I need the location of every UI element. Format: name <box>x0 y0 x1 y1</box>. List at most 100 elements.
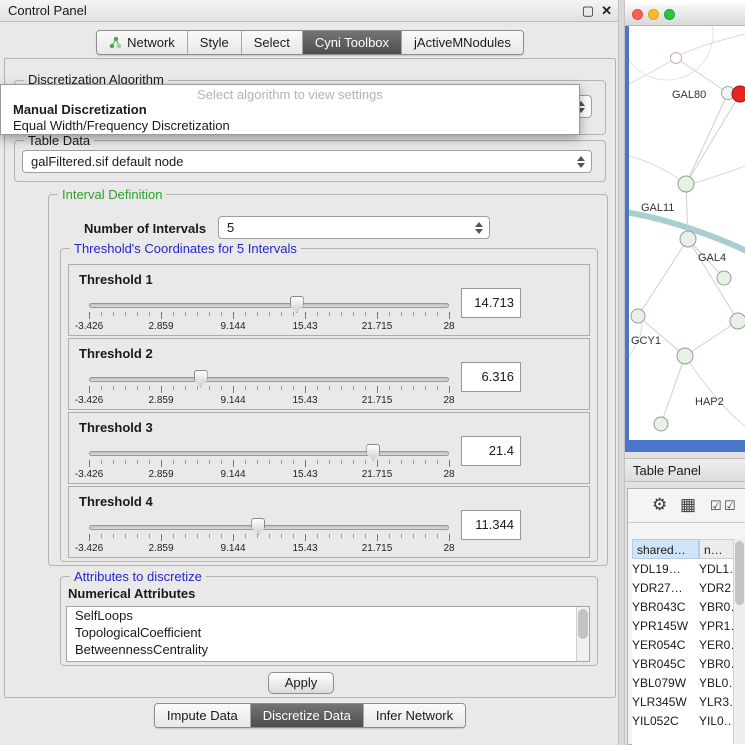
threshold-value-field[interactable]: 11.344 <box>461 510 521 540</box>
graph-node[interactable] <box>730 313 745 329</box>
threshold-panel-2: Threshold 2 -3.426 2.859 9.144 15.43 21.… <box>68 338 590 410</box>
scrollbar-thumb[interactable] <box>735 541 744 605</box>
tab-impute-data[interactable]: Impute Data <box>155 704 251 727</box>
threshold-slider[interactable]: -3.426 2.859 9.144 15.43 21.715 28 <box>89 297 449 333</box>
scale-label: 2.859 <box>148 543 173 554</box>
list-item[interactable]: TopologicalCoefficient <box>67 624 589 641</box>
combo-arrows-icon <box>577 156 585 168</box>
close-traffic-light-icon[interactable] <box>632 9 643 20</box>
node-label: GAL4 <box>698 252 726 264</box>
slider-major-ticks <box>89 312 450 319</box>
checkbox-icon[interactable]: ☑ <box>724 498 736 514</box>
scale-label: 28 <box>443 469 454 480</box>
scale-label: 21.715 <box>362 395 393 406</box>
control-panel-titlebar: Control Panel ▢ ✕ <box>0 0 620 22</box>
scale-label: -3.426 <box>75 543 103 554</box>
control-panel: Control Panel ▢ ✕ Network Style Select C… <box>0 0 620 745</box>
threshold-slider[interactable]: -3.426 2.859 9.144 15.43 21.715 28 <box>89 371 449 407</box>
threshold-value-field[interactable]: 14.713 <box>461 288 521 318</box>
bottom-tab-bar: Impute Data Discretize Data Infer Networ… <box>0 703 620 728</box>
threshold-value-field[interactable]: 21.4 <box>461 436 521 466</box>
column-header-shared-name[interactable]: shared… <box>632 539 699 559</box>
slider-track[interactable] <box>89 303 449 308</box>
table-scrollbar[interactable] <box>733 539 745 744</box>
graph-node[interactable] <box>671 53 682 64</box>
dropdown-option-equal-width[interactable]: Equal Width/Frequency Discretization <box>1 118 579 134</box>
threshold-slider[interactable]: -3.426 2.859 9.144 15.43 21.715 28 <box>89 445 449 481</box>
node-label: GAL80 <box>672 89 706 101</box>
list-item[interactable]: BetweennessCentrality <box>67 641 589 658</box>
dropdown-placeholder-item[interactable]: Select algorithm to view settings <box>1 85 579 102</box>
list-scrollbar[interactable] <box>576 607 589 661</box>
slider-thumb[interactable] <box>251 518 265 535</box>
minimize-traffic-light-icon[interactable] <box>648 9 659 20</box>
slider-thumb[interactable] <box>194 370 208 387</box>
slider-major-ticks <box>89 460 450 467</box>
table-data-combo[interactable]: galFiltered.sif default node <box>22 150 592 173</box>
combo-arrows-icon <box>475 222 483 234</box>
slider-track[interactable] <box>89 451 449 456</box>
gear-icon[interactable]: ⚙ <box>652 495 667 515</box>
slider-major-ticks <box>89 534 450 541</box>
slider-thumb[interactable] <box>290 296 304 313</box>
scale-label: 2.859 <box>148 321 173 332</box>
scale-label: 15.43 <box>292 469 317 480</box>
threshold-panel-1: Threshold 1 -3.426 2.859 9.144 15.43 21.… <box>68 264 590 336</box>
scale-label: 15.43 <box>292 321 317 332</box>
scale-label: 28 <box>443 321 454 332</box>
apply-button[interactable]: Apply <box>268 672 334 694</box>
graph-node[interactable] <box>654 417 668 431</box>
scale-label: -3.426 <box>75 469 103 480</box>
panel-divider[interactable] <box>618 0 625 745</box>
node-label: GAL11 <box>641 202 674 214</box>
node-label: HAP2 <box>695 396 724 408</box>
attributes-list[interactable]: SelfLoops TopologicalCoefficient Between… <box>66 606 590 662</box>
num-intervals-combo[interactable]: 5 <box>218 216 490 239</box>
control-panel-title: Control Panel <box>8 0 87 22</box>
threshold-slider[interactable]: -3.426 2.859 9.144 15.43 21.715 28 <box>89 519 449 555</box>
slider-major-ticks <box>89 386 450 393</box>
threshold-label: Threshold 2 <box>79 346 153 361</box>
columns-icon[interactable]: ▦ <box>680 495 696 515</box>
table-panel-header: Table Panel <box>625 458 745 482</box>
graph-node[interactable] <box>677 348 693 364</box>
tab-style[interactable]: Style <box>188 31 242 54</box>
right-panel: GAL80 GAL11 GAL4 GCY1 HAP2 Table Panel ⚙… <box>625 0 745 745</box>
scale-label: 15.43 <box>292 543 317 554</box>
scale-label: 28 <box>443 395 454 406</box>
float-window-icon[interactable]: ▢ <box>582 0 594 22</box>
checkbox-icon[interactable]: ☑ <box>710 498 722 514</box>
tab-discretize-data[interactable]: Discretize Data <box>251 704 364 727</box>
graph-node[interactable] <box>680 231 696 247</box>
graph-node[interactable] <box>678 176 694 192</box>
list-item[interactable]: SelfLoops <box>67 607 589 624</box>
network-window-titlebar[interactable] <box>625 4 745 26</box>
network-canvas[interactable]: GAL80 GAL11 GAL4 GCY1 HAP2 <box>629 26 745 440</box>
scale-label: -3.426 <box>75 395 103 406</box>
threshold-value-field[interactable]: 6.316 <box>461 362 521 392</box>
selected-graph-node[interactable] <box>732 86 745 102</box>
graph-node[interactable] <box>631 309 645 323</box>
threshold-label: Threshold 4 <box>79 494 153 509</box>
zoom-traffic-light-icon[interactable] <box>664 9 675 20</box>
threshold-panel-4: Threshold 4 -3.426 2.859 9.144 15.43 21.… <box>68 486 590 558</box>
interval-definition-title: Interval Definition <box>58 187 166 202</box>
tab-network[interactable]: Network <box>97 31 188 54</box>
slider-track[interactable] <box>89 377 449 382</box>
close-window-icon[interactable]: ✕ <box>601 0 612 22</box>
scale-label: 9.144 <box>220 321 245 332</box>
scrollbar-thumb[interactable] <box>578 609 588 639</box>
scale-label: 9.144 <box>220 543 245 554</box>
num-intervals-value: 5 <box>227 220 234 235</box>
tab-select[interactable]: Select <box>242 31 303 54</box>
slider-track[interactable] <box>89 525 449 530</box>
slider-thumb[interactable] <box>366 444 380 461</box>
scale-label: 21.715 <box>362 543 393 554</box>
scale-label: 15.43 <box>292 395 317 406</box>
dropdown-option-manual[interactable]: Manual Discretization <box>1 102 579 118</box>
tab-jactivemnodules[interactable]: jActiveMNodules <box>402 31 523 54</box>
graph-node[interactable] <box>717 271 731 285</box>
network-window: GAL80 GAL11 GAL4 GCY1 HAP2 <box>625 4 745 452</box>
tab-cyni-toolbox[interactable]: Cyni Toolbox <box>303 31 402 54</box>
tab-infer-network[interactable]: Infer Network <box>364 704 465 727</box>
